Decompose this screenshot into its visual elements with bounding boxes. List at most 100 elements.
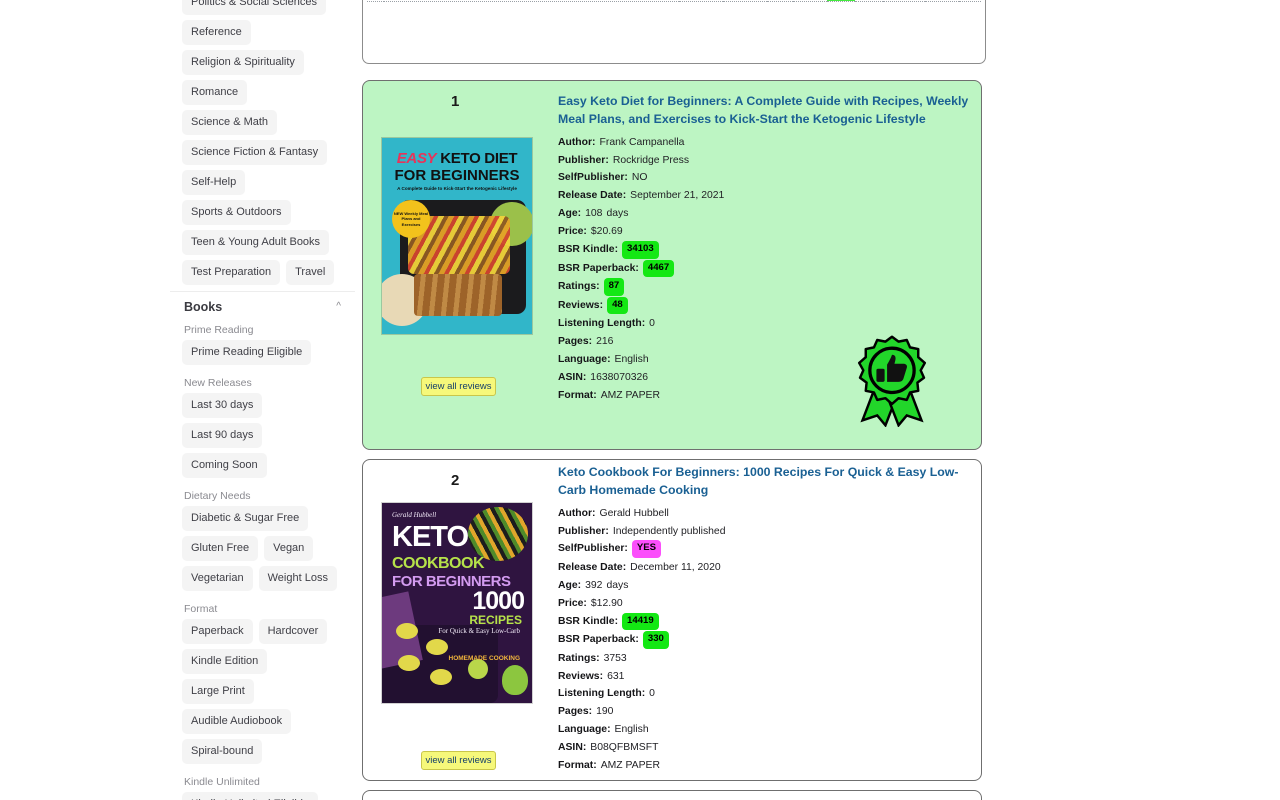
cover-subtitle: A Complete Guide to Kick-Start the Ketog… [397,186,517,191]
category-chip[interactable]: Politics & Social Sciences [182,0,326,15]
field-label: Format: [558,759,597,771]
book-result-card-partial[interactable] [362,790,982,800]
filter-chip[interactable]: Large Print [182,679,254,704]
field-label: Age: [558,579,582,591]
filter-chip[interactable]: Last 30 days [182,393,263,418]
book-field-asin: ASIN: B08QFBMSFT [558,739,973,757]
book-field-language: Language: English [558,721,973,739]
book-field-listening-length: Listening Length: 0 [558,315,973,333]
book-cover-image[interactable]: EASY KETO DIET FOR BEGINNERS A Complete … [381,137,533,335]
filter-sidebar: Politics & Social Sciences Reference Relig… [170,0,355,800]
book-info: Keto Cookbook For Beginners: 1000 Recipe… [558,464,973,775]
book-title-link[interactable]: Easy Keto Diet for Beginners: A Complete… [558,93,973,129]
filter-chip[interactable]: Kindle Edition [182,649,268,674]
field-value: AMZ PAPER [600,389,660,401]
filter-group-label: Format [184,603,218,615]
category-chip[interactable]: Romance [182,80,248,105]
book-field-pages: Pages: 190 [558,703,973,721]
book-field-selfpublisher: SelfPublisher: YES [558,540,973,559]
book-field-format: Format: AMZ PAPER [558,757,973,775]
table-cell-listening-length: 0 [766,0,793,2]
book-cover-image[interactable]: Gerald Hubbell KETO COOKBOOK FOR BEGINNE… [381,502,533,704]
field-label: Pages: [558,706,593,718]
table-cell-ratings: 192 [792,0,827,2]
filter-chip[interactable]: Weight Loss [258,566,337,591]
filter-chip[interactable]: Hardcover [258,619,328,644]
field-value: AMZ PAPER [600,759,660,771]
field-label: Reviews: [558,670,604,682]
field-value: Gerald Hubbell [599,507,669,519]
book-field-age: Age: 108 days [558,205,973,223]
cover-author: Gerald Hubbell [392,511,437,519]
field-label: BSR Kindle: [558,244,619,255]
field-label: Language: [558,353,611,365]
field-value: 216 [596,335,614,347]
field-value: 48 [607,296,628,314]
field-value: 190 [596,706,614,718]
filter-chip[interactable]: Spiral-bound [182,739,263,764]
book-field-author: Author: Gerald Hubbell [558,505,973,523]
filter-group-label: New Releases [184,377,252,389]
category-chip[interactable]: Teen & Young Adult Books [182,230,330,255]
filter-chip[interactable]: Vegetarian [182,566,253,591]
field-label: ASIN: [558,742,587,754]
book-field-listening-length: Listening Length: 0 [558,685,973,703]
filter-chip[interactable]: Vegan [264,536,314,561]
filter-chip[interactable]: Coming Soon [182,453,267,478]
category-chip[interactable]: Science & Math [182,110,278,135]
field-value: 108 [585,208,603,220]
cover-seal: NEW Weekly Meal Plans and Exercises [392,200,430,238]
book-result-card[interactable]: 1 EASY KETO DIET FOR BEGINNERS A Complet… [362,80,982,450]
filter-chip[interactable]: Audible Audiobook [182,709,292,734]
main-content: 21Keto Meal Prep Cookbook For Beginners:… [360,0,992,800]
table-row[interactable]: 24Ketogenic Diet for Two: 100 High-Fat, … [367,0,981,2]
category-chip[interactable]: Religion & Spirituality [182,50,304,75]
cover-keto: KETO [392,521,469,553]
view-all-reviews-button[interactable]: view all reviews [421,751,496,770]
book-field-release-date: Release Date: December 11, 2020 [558,559,973,577]
field-value: YES [631,540,662,558]
ranking-table: 21Keto Meal Prep Cookbook For Beginners:… [367,0,981,2]
field-label: Pages: [558,335,593,347]
filter-chip-group: Paperback Hardcover Kindle Edition Large Pr… [170,619,355,764]
filter-chip[interactable]: Diabetic & Sugar Free [182,506,309,531]
field-label: Listening Length: [558,688,646,700]
book-title-link[interactable]: Keto Cookbook For Beginners: 1000 Recipe… [558,464,973,500]
category-chip[interactable]: Sports & Outdoors [182,200,291,225]
filter-chip-group: Kindle Unlimited Eligible [170,792,355,800]
cover-recipe-count: 1000 [472,587,525,615]
filter-group-label: Kindle Unlimited [184,776,260,788]
field-value: 0 [649,318,655,329]
view-all-reviews-button[interactable]: view all reviews [421,377,496,396]
field-label: Author: [558,507,596,519]
chevron-up-icon[interactable]: ^ [336,301,341,312]
book-result-card[interactable]: 2 Gerald Hubbell KETO COOKBOOK FOR BEGIN… [362,459,982,781]
field-label: Format: [558,389,597,401]
table-cell-index: 24 [367,0,384,2]
filter-chip[interactable]: Prime Reading Eligible [182,340,312,365]
field-value: December 11, 2020 [630,561,721,573]
books-section-title: Books [184,300,223,314]
table-cell-selfpublisher: NO [958,0,981,2]
book-field-age: Age: 392 days [558,577,973,595]
ranking-table-panel: 21Keto Meal Prep Cookbook For Beginners:… [362,0,986,64]
filter-chip[interactable]: Kindle Unlimited Eligible [182,792,319,800]
category-chip[interactable]: Self-Help [182,170,246,195]
books-section-header[interactable]: Books ^ [170,291,355,318]
book-rank: 2 [451,472,460,489]
category-chip[interactable]: Travel [286,260,335,285]
field-value: 1638070326 [590,371,649,383]
field-value: $20.69 [590,226,623,238]
category-chip[interactable]: Reference [182,20,251,45]
field-unit: days [606,579,629,591]
field-label: ASIN: [558,371,587,383]
category-chip[interactable]: Test Preparation [182,260,281,285]
field-value: $12.90 [590,597,623,609]
filter-chip[interactable]: Paperback [182,619,253,644]
field-label: Age: [558,208,582,220]
filter-chip-group: Prime Reading Eligible [170,340,355,365]
filter-chip[interactable]: Gluten Free [182,536,259,561]
category-chip[interactable]: Science Fiction & Fantasy [182,140,328,165]
filter-chip[interactable]: Last 90 days [182,423,263,448]
book-field-release-date: Release Date: September 21, 2021 [558,187,973,205]
